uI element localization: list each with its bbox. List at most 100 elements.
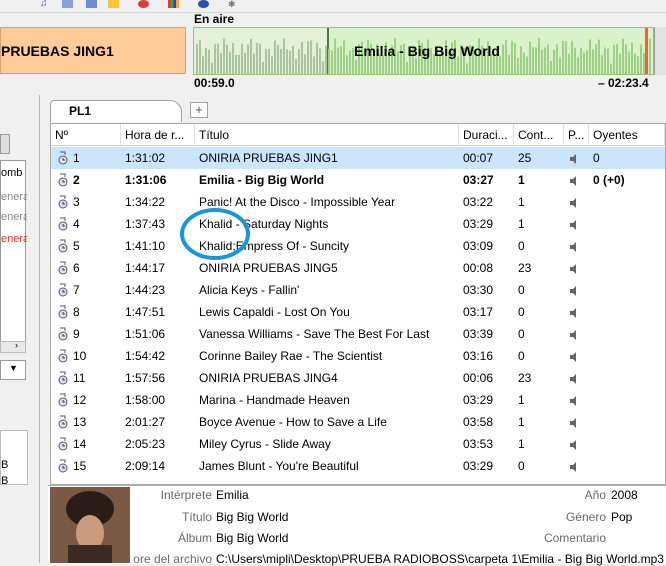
waveform-bar: [577, 57, 579, 74]
waveform-bar: [544, 47, 546, 74]
cell-count: 0: [518, 239, 525, 253]
column-header-p[interactable]: P...: [564, 124, 589, 146]
waveform-display[interactable]: Emilia - Big Big World: [193, 27, 654, 75]
table-row[interactable]: 15 2:09:14 James Blunt - You're Beautiful 0…: [51, 455, 665, 477]
stats-icon[interactable]: [168, 0, 179, 8]
cell-dur: 00:06: [463, 371, 494, 385]
settings-icon[interactable]: ✱: [228, 0, 239, 9]
waveform-bar: [259, 43, 261, 74]
music-note-icon[interactable]: ♫: [40, 0, 51, 9]
note-icon[interactable]: [108, 0, 119, 8]
cell-time: 1:54:42: [125, 349, 166, 363]
column-header-number[interactable]: Nº: [51, 124, 121, 146]
column-header-start-time[interactable]: Hora de r...: [121, 124, 195, 146]
left-panel-list[interactable]: omb enera enera enera: [0, 160, 27, 345]
waveform-bar: [634, 53, 636, 74]
speaker-icon: [569, 329, 579, 340]
table-row[interactable]: 4 1:37:43 Khalid - Saturday Nights 03:29 1: [51, 213, 665, 235]
waveform-bar: [334, 38, 336, 74]
waveform-bar: [250, 38, 252, 74]
list-item[interactable]: omb: [1, 167, 27, 179]
waveform-bar: [595, 44, 597, 74]
playlist-edit-icon[interactable]: [62, 0, 73, 8]
cell-title: Vanessa Williams - Save The Best For Las…: [199, 327, 430, 341]
left-panel-dropdown[interactable]: ▼: [0, 360, 26, 380]
list-item[interactable]: B: [1, 459, 27, 471]
table-row[interactable]: 11 1:57:56 ONIRIA PRUEBAS JING4 00:06 23: [51, 367, 665, 389]
table-row[interactable]: 6 1:44:17 ONIRIA PRUEBAS JING5 00:08 23: [51, 257, 665, 279]
globe-icon[interactable]: [198, 0, 209, 8]
cell-listeners: [589, 213, 665, 235]
cell-n: 1: [73, 151, 80, 165]
speaker-icon: [569, 373, 579, 384]
genre-label: Género: [565, 510, 606, 524]
chevron-right-icon[interactable]: ›: [15, 340, 18, 350]
playlist-grid[interactable]: Nº Hora de r... Título Duraci... Cont...…: [50, 123, 666, 485]
table-row[interactable]: 10 1:54:42 Corinne Bailey Rae - The Scient…: [51, 345, 665, 367]
table-row[interactable]: 14 2:05:23 Miley Cyrus - Slide Away 03:53 1: [51, 433, 665, 455]
cell-n: 10: [73, 349, 87, 363]
column-header-count[interactable]: Cont...: [514, 124, 564, 146]
left-panel-scrollbar[interactable]: ›: [0, 340, 26, 353]
table-row[interactable]: 9 1:51:06 Vanessa Williams - Save The Best…: [51, 323, 665, 345]
column-header-duration[interactable]: Duraci...: [459, 124, 514, 146]
table-row[interactable]: 7 1:44:23 Alicia Keys - Fallin' 03:30 0: [51, 279, 665, 301]
waveform-bar: [235, 54, 237, 74]
waveform-bar: [262, 61, 264, 74]
cell-dur: 03:29: [463, 459, 494, 473]
left-panel-button[interactable]: [0, 134, 10, 154]
list-item[interactable]: enera: [1, 233, 27, 245]
waveform-bar: [586, 50, 588, 74]
table-row[interactable]: 13 2:01:27 Boyce Avenue - How to Save a Li…: [51, 411, 665, 433]
table-row[interactable]: 12 1:58:00 Marina - Handmade Heaven 03:29 1: [51, 389, 665, 411]
cell-listeners: [589, 235, 665, 257]
waveform-bar: [322, 61, 324, 74]
column-header-title[interactable]: Título: [195, 124, 459, 146]
cell-listeners: [589, 345, 665, 367]
waveform-bar: [340, 46, 342, 74]
cell-title: ONIRIA PRUEBAS JING1: [199, 151, 338, 165]
waveform-bar: [550, 60, 552, 74]
cell-dur: 03:27: [463, 173, 494, 187]
previous-track-block[interactable]: PRUEBAS JING1: [0, 27, 186, 74]
cell-n: 4: [73, 217, 80, 231]
schedule-icon[interactable]: [86, 0, 97, 8]
list-item[interactable]: enera: [1, 191, 27, 203]
waveform-bar: [325, 45, 327, 74]
year-label: Año: [584, 488, 606, 502]
cell-title: Miley Cyrus - Slide Away: [199, 437, 331, 451]
waveform-bar: [520, 46, 522, 74]
waveform-bar: [295, 59, 297, 74]
add-tab-button[interactable]: +: [190, 102, 208, 118]
cell-count: 1: [518, 195, 525, 209]
toolbar: ♫ ✱: [0, 0, 666, 13]
current-track-title: Emilia - Big Big World: [354, 43, 500, 59]
waveform-bar: [628, 51, 630, 74]
waveform-bar: [226, 44, 228, 74]
cell-listeners: 0 (+0): [593, 173, 625, 187]
list-item[interactable]: B: [1, 475, 27, 487]
table-row[interactable]: 8 1:47:51 Lewis Capaldi - Lost On You 03:17…: [51, 301, 665, 323]
waveform-bar: [328, 48, 330, 74]
track-clock-icon: [57, 459, 69, 473]
left-panel-secondary-list[interactable]: B B: [0, 430, 28, 487]
table-row[interactable]: 3 1:34:22 Panic! At the Disco - Impossible…: [51, 191, 665, 213]
cell-n: 13: [73, 415, 87, 429]
waveform-bar: [277, 44, 279, 74]
cell-time: 1:31:02: [125, 151, 166, 165]
tab-pl1[interactable]: PL1: [50, 100, 182, 122]
cell-time: 1:31:06: [125, 173, 167, 187]
cell-listeners: [589, 301, 665, 323]
column-header-listeners[interactable]: Oyentes: [589, 124, 665, 146]
cell-n: 8: [73, 305, 80, 319]
record-icon[interactable]: [138, 0, 149, 8]
table-row[interactable]: 1 1:31:02 ONIRIA PRUEBAS JING1 00:07 25 0: [51, 147, 665, 169]
table-row[interactable]: 2 1:31:06 Emilia - Big Big World 03:27 1 0 (+…: [51, 169, 665, 191]
waveform-bar: [568, 53, 570, 74]
table-row[interactable]: 5 1:41:10 Khalid;Empress Of - Suncity 03:09…: [51, 235, 665, 257]
waveform-bar: [310, 40, 312, 74]
cell-dur: 03:29: [463, 393, 494, 407]
cell-dur: 03:09: [463, 239, 494, 253]
list-item[interactable]: enera: [1, 211, 27, 223]
waveform-bar: [298, 49, 300, 74]
